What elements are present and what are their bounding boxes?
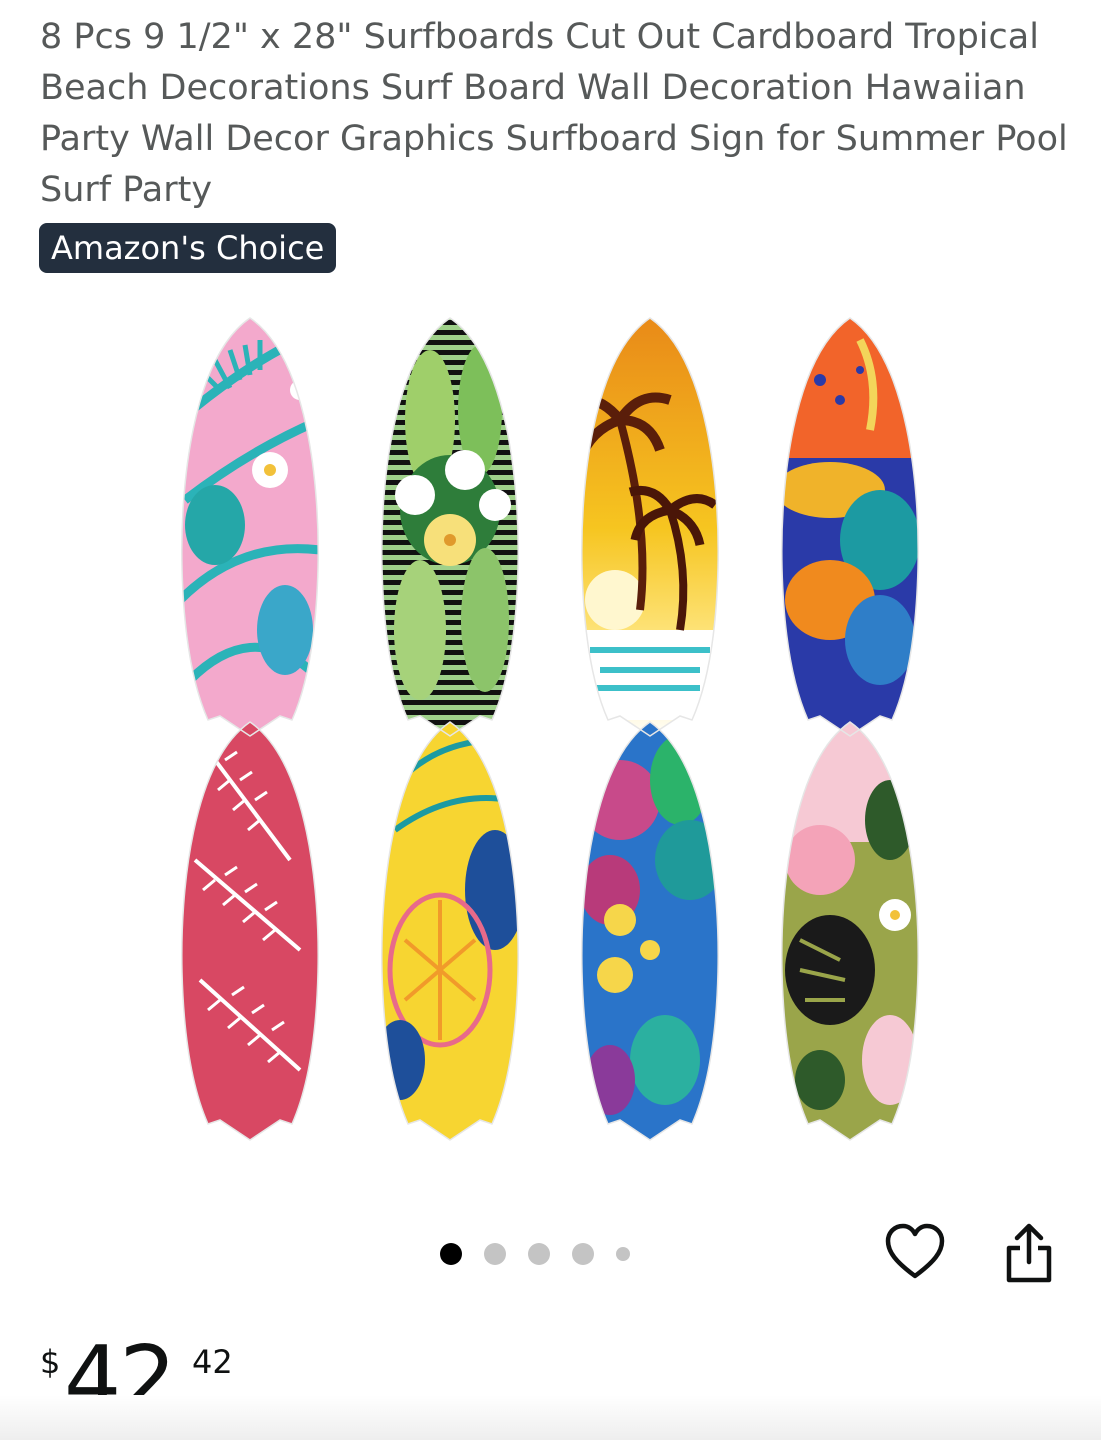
surfboard-1: [181, 318, 319, 736]
price-fraction: 42: [192, 1343, 233, 1381]
surfboard-7: [581, 722, 719, 1140]
surfboards-product-image: [181, 317, 919, 1141]
share-icon: [1006, 1223, 1052, 1283]
carousel-dot-3[interactable]: [528, 1243, 550, 1265]
wishlist-button[interactable]: [884, 1222, 946, 1284]
carousel-dot-2[interactable]: [484, 1243, 506, 1265]
surfboard-6: [381, 722, 519, 1140]
share-button[interactable]: [998, 1222, 1060, 1284]
surfboard-3: [581, 318, 719, 736]
amazons-choice-badge[interactable]: Amazon's Choice: [39, 223, 337, 273]
carousel-dot-1[interactable]: [440, 1243, 462, 1265]
surfboard-5: [181, 722, 319, 1140]
surfboard-2: [381, 318, 519, 736]
product-title: 8 Pcs 9 1/2" x 28" Surfboards Cut Out Ca…: [40, 17, 1068, 210]
carousel-dot-4[interactable]: [572, 1243, 594, 1265]
product-image-gallery[interactable]: [0, 300, 1101, 1200]
price-currency-symbol: $: [40, 1343, 61, 1381]
surfboard-4: [781, 318, 919, 736]
heart-icon: [885, 1223, 945, 1279]
surfboard-8: [781, 722, 919, 1140]
image-carousel-dots[interactable]: [440, 1232, 652, 1276]
bottom-fade: [0, 1395, 1101, 1440]
carousel-dot-5[interactable]: [616, 1247, 630, 1261]
